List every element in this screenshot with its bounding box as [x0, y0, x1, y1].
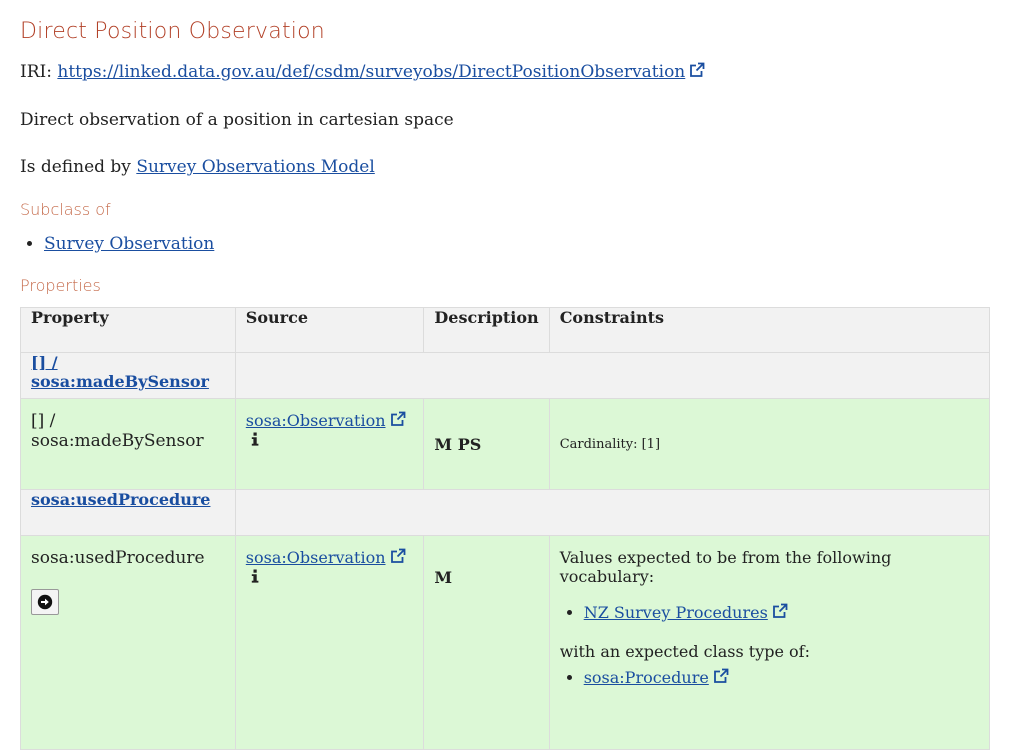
info-icon[interactable]	[251, 432, 259, 446]
properties-table: Property Source Description Constraints …	[20, 307, 991, 750]
column-header-constraints: Constraints	[548, 307, 991, 353]
table-row: sosa:usedProcedure sosa:Observation M Va…	[20, 535, 991, 750]
table-header-row: Property Source Description Constraints	[20, 307, 991, 353]
constraints-cell: Cardinality: [1]	[548, 398, 991, 490]
vocab-link[interactable]: NZ Survey Procedures	[584, 603, 768, 622]
external-link-icon[interactable]	[390, 411, 406, 427]
description-cell: M PS	[423, 398, 550, 490]
class-type-text: with an expected class type of:	[559, 642, 810, 661]
arrow-circle-right-icon	[37, 594, 53, 610]
vocab-list: NZ Survey Procedures	[560, 600, 979, 626]
property-group-cell: sosa:usedProcedure	[20, 489, 236, 536]
external-link-icon[interactable]	[390, 548, 406, 564]
external-link-icon[interactable]	[772, 603, 788, 619]
list-item: NZ Survey Procedures	[584, 600, 979, 626]
list-item: Survey Observation	[44, 233, 994, 255]
source-link[interactable]: sosa:Observation	[246, 548, 386, 567]
defined-by-link[interactable]: Survey Observations Model	[136, 157, 374, 177]
class-type-link[interactable]: sosa:Procedure	[584, 668, 709, 687]
table-row: [] / sosa:madeBySensor sosa:Observation …	[20, 398, 991, 490]
property-group-row: sosa:usedProcedure	[20, 489, 991, 536]
defined-by-label: Is defined by	[20, 157, 131, 177]
property-name: [] / sosa:madeBySensor	[20, 398, 236, 490]
property-group-link[interactable]: sosa:usedProcedure	[31, 490, 210, 509]
defined-by-line: Is defined by Survey Observations Model	[20, 156, 994, 178]
column-header-source: Source	[234, 307, 425, 353]
expand-button[interactable]	[31, 589, 59, 615]
iri-link[interactable]: https://linked.data.gov.au/def/csdm/surv…	[57, 62, 685, 82]
description-cell: M	[423, 535, 550, 750]
iri-label: IRI:	[20, 62, 52, 82]
property-group-spacer	[234, 489, 991, 536]
property-group-link[interactable]: [] / sosa:madeBySensor	[31, 353, 209, 391]
property-group-row: [] / sosa:madeBySensor	[20, 352, 991, 399]
info-icon[interactable]	[251, 569, 259, 583]
page-content: Direct Position Observation IRI: https:/…	[0, 0, 1014, 297]
class-description: Direct observation of a position in cart…	[20, 110, 454, 130]
class-type-list: sosa:Procedure	[560, 665, 979, 691]
constraints-cell: Values expected to be from the following…	[548, 535, 991, 750]
page-title: Direct Position Observation	[20, 19, 325, 44]
source-cell: sosa:Observation	[234, 398, 425, 490]
property-cell: sosa:usedProcedure	[20, 535, 236, 750]
source-cell: sosa:Observation	[234, 535, 425, 750]
source-link[interactable]: sosa:Observation	[246, 411, 386, 430]
list-item: sosa:Procedure	[584, 665, 979, 691]
property-group-spacer	[234, 352, 991, 399]
property-name: sosa:usedProcedure	[31, 548, 205, 568]
iri-line: IRI: https://linked.data.gov.au/def/csdm…	[20, 61, 994, 83]
property-group-cell: [] / sosa:madeBySensor	[20, 352, 236, 399]
external-link-icon[interactable]	[689, 62, 705, 78]
column-header-property: Property	[20, 307, 236, 353]
properties-heading: Properties	[20, 276, 101, 295]
vocab-text: Values expected to be from the following…	[559, 548, 892, 586]
subclass-heading: Subclass of	[20, 200, 111, 219]
subclass-link[interactable]: Survey Observation	[44, 234, 214, 254]
subclass-list: Survey Observation	[20, 233, 994, 255]
column-header-description: Description	[423, 307, 550, 353]
external-link-icon[interactable]	[713, 668, 729, 684]
